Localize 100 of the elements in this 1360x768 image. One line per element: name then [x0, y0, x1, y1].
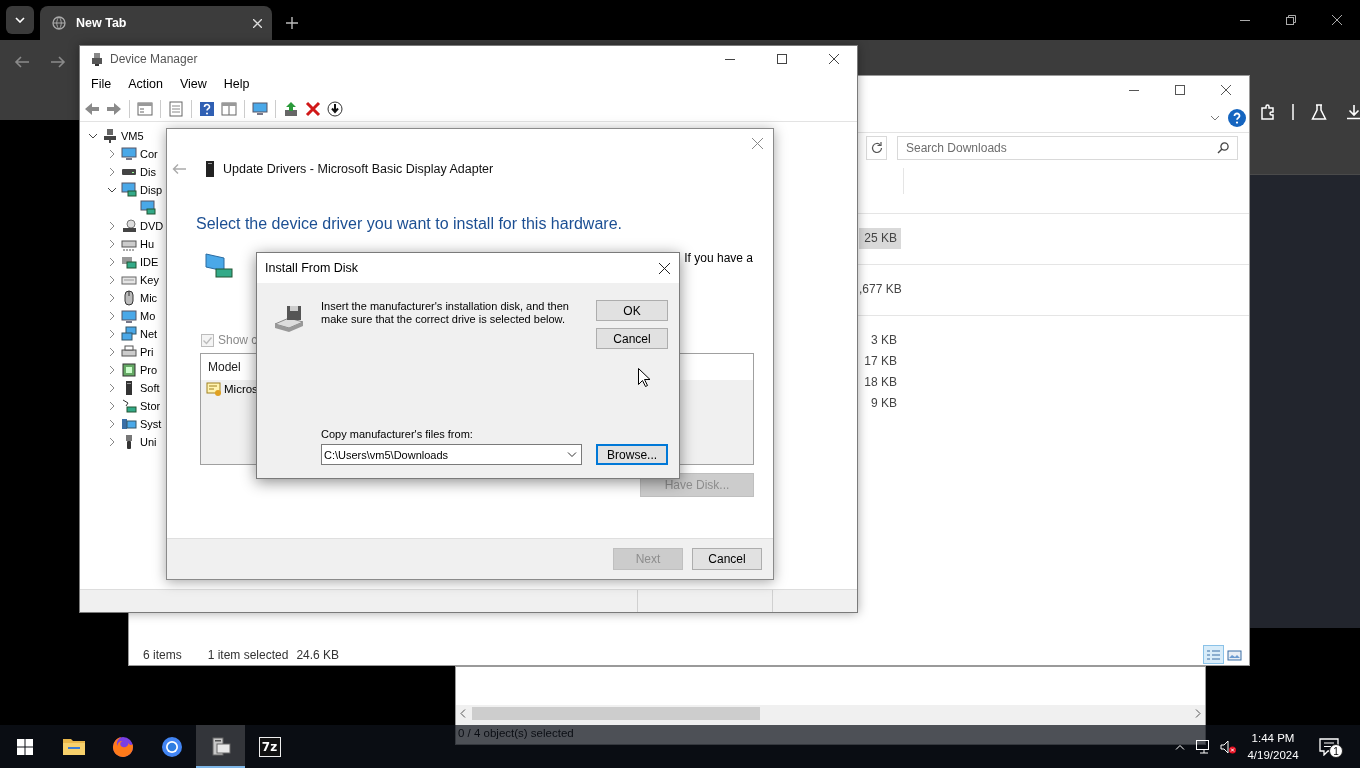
dialog-heading: Select the device driver you want to install for this hardware.	[196, 214, 623, 234]
tree-item[interactable]: Mo	[140, 310, 156, 322]
tab-list-button[interactable]	[6, 6, 34, 34]
window-title: Device Manager	[110, 52, 198, 66]
dialog-button[interactable]: Cancel	[596, 328, 668, 349]
menu-item[interactable]: Action	[128, 77, 163, 91]
size-cell-text: 3 KB	[870, 332, 898, 349]
status-text: 24.6 KB	[296, 647, 340, 662]
clock-date[interactable]: 4/19/2024	[1247, 746, 1299, 764]
size-cell-text: 9 KB	[870, 395, 898, 412]
certificate-icon	[206, 381, 222, 397]
forward-icon[interactable]	[106, 100, 122, 117]
monitor-card-icon	[121, 182, 137, 198]
tree-item[interactable]: IDE	[140, 256, 159, 268]
notification-icon[interactable]	[1319, 737, 1339, 756]
new-tab-icon[interactable]	[286, 17, 298, 29]
notification-badge: 1	[1329, 744, 1343, 758]
taskbar-button[interactable]: 7z	[245, 725, 294, 768]
instruction-text: Insert the manufacturer's installation disk, and then make sure that the correct drive is selected below.	[321, 300, 570, 326]
back-icon[interactable]	[84, 100, 100, 117]
tree-item[interactable]: Dis	[140, 166, 156, 178]
browser-circle-icon	[159, 734, 184, 759]
status-text: 1 item selected	[207, 647, 289, 662]
flask-icon[interactable]	[1311, 104, 1327, 120]
dialog-button[interactable]: OK	[596, 300, 668, 321]
tiles-view-icon	[1227, 648, 1242, 661]
tree-item[interactable]: Stor	[140, 400, 161, 412]
monitor-icon[interactable]	[252, 100, 268, 117]
tree-item[interactable]: Cor	[140, 148, 158, 160]
up-arrow-icon[interactable]	[283, 100, 299, 117]
fox-globe-icon	[110, 734, 135, 759]
device-manager-icon	[90, 52, 104, 66]
tree-item[interactable]: VM5	[121, 130, 144, 142]
tree-item[interactable]: Uni	[140, 436, 157, 448]
search-field[interactable]: Search Downloads	[897, 136, 1238, 160]
path-combo-box[interactable]: C:\Users\vm5\Downloads	[321, 444, 583, 465]
status-text: 0 / 4 object(s) selected	[458, 727, 574, 739]
dialog-title: Update Drivers - Microsoft Basic Display Adapter	[223, 162, 494, 176]
monitor-icon	[121, 146, 137, 162]
clock-time[interactable]: 1:44 PM	[1251, 729, 1295, 747]
maximize-icon[interactable]	[777, 54, 787, 64]
speaker-icon[interactable]	[1220, 739, 1236, 754]
puzzle-icon[interactable]	[1260, 104, 1276, 120]
chevron-down-icon[interactable]	[1210, 115, 1220, 121]
chevron-up-icon[interactable]	[1175, 743, 1185, 750]
divider	[1292, 104, 1294, 120]
tree-item[interactable]: Disp	[140, 184, 162, 196]
restore-icon[interactable]	[1286, 15, 1296, 25]
cursor-icon	[638, 368, 650, 387]
tree-item[interactable]: DVD	[140, 220, 164, 232]
forward-icon[interactable]	[50, 54, 66, 70]
tree-item[interactable]: Key	[140, 274, 159, 286]
console-icon[interactable]	[137, 100, 153, 117]
intro-text: If you have a	[684, 251, 753, 265]
field-label: Copy manufacturer's files from:	[321, 428, 474, 440]
tree-item[interactable]: Hu	[140, 238, 155, 250]
close-icon[interactable]	[829, 54, 839, 64]
close-icon[interactable]	[1221, 85, 1231, 95]
app-logo: 7z	[258, 736, 281, 757]
browse-button[interactable]: Browse...	[596, 444, 668, 465]
menu-item[interactable]: View	[179, 77, 207, 91]
tree-item[interactable]: Syst	[140, 418, 162, 430]
network-icon	[121, 326, 137, 342]
refresh-button[interactable]	[866, 136, 887, 160]
tree-item[interactable]: Net	[140, 328, 158, 340]
details-view-icon	[1206, 648, 1221, 661]
help-icon[interactable]	[199, 100, 215, 117]
close-icon[interactable]	[658, 262, 670, 274]
monitor-card-icon	[204, 251, 234, 281]
tree-item[interactable]: Pro	[140, 364, 158, 376]
size-cell: 25 KB	[859, 228, 901, 249]
mouse-icon	[121, 290, 137, 306]
help-icon[interactable]	[1228, 109, 1246, 127]
menu-item[interactable]: File	[91, 77, 112, 91]
browser-tab[interactable]: New Tab	[40, 6, 272, 40]
computer-icon	[121, 416, 137, 432]
tree-item[interactable]: Soft	[140, 382, 160, 394]
maximize-icon[interactable]	[1175, 85, 1185, 95]
windows-icon	[16, 738, 33, 755]
tower-icon	[206, 161, 214, 177]
dialog-button[interactable]: Cancel	[692, 548, 762, 570]
close-icon[interactable]	[1332, 15, 1342, 25]
search-icon	[1217, 142, 1229, 154]
refresh-icon	[870, 142, 883, 154]
chip-icon	[121, 254, 137, 270]
cross-icon[interactable]	[305, 100, 321, 117]
menu-item[interactable]: Help	[223, 77, 250, 91]
taskbar-button[interactable]	[196, 725, 245, 768]
tree-item[interactable]: Mic	[140, 292, 158, 304]
list-item[interactable]: Micros	[206, 381, 258, 397]
chip-icon	[121, 362, 137, 378]
download-icon[interactable]	[1346, 104, 1360, 120]
panel-icon[interactable]	[221, 100, 237, 117]
tree-item[interactable]: Pri	[140, 346, 154, 358]
column-header[interactable]: Model	[208, 360, 241, 374]
storage-icon	[121, 398, 137, 414]
monitor-icon	[121, 308, 137, 324]
size-cell-text: ,677 KB	[859, 281, 901, 298]
network-icon[interactable]	[1196, 739, 1212, 754]
back-icon[interactable]	[14, 54, 30, 70]
